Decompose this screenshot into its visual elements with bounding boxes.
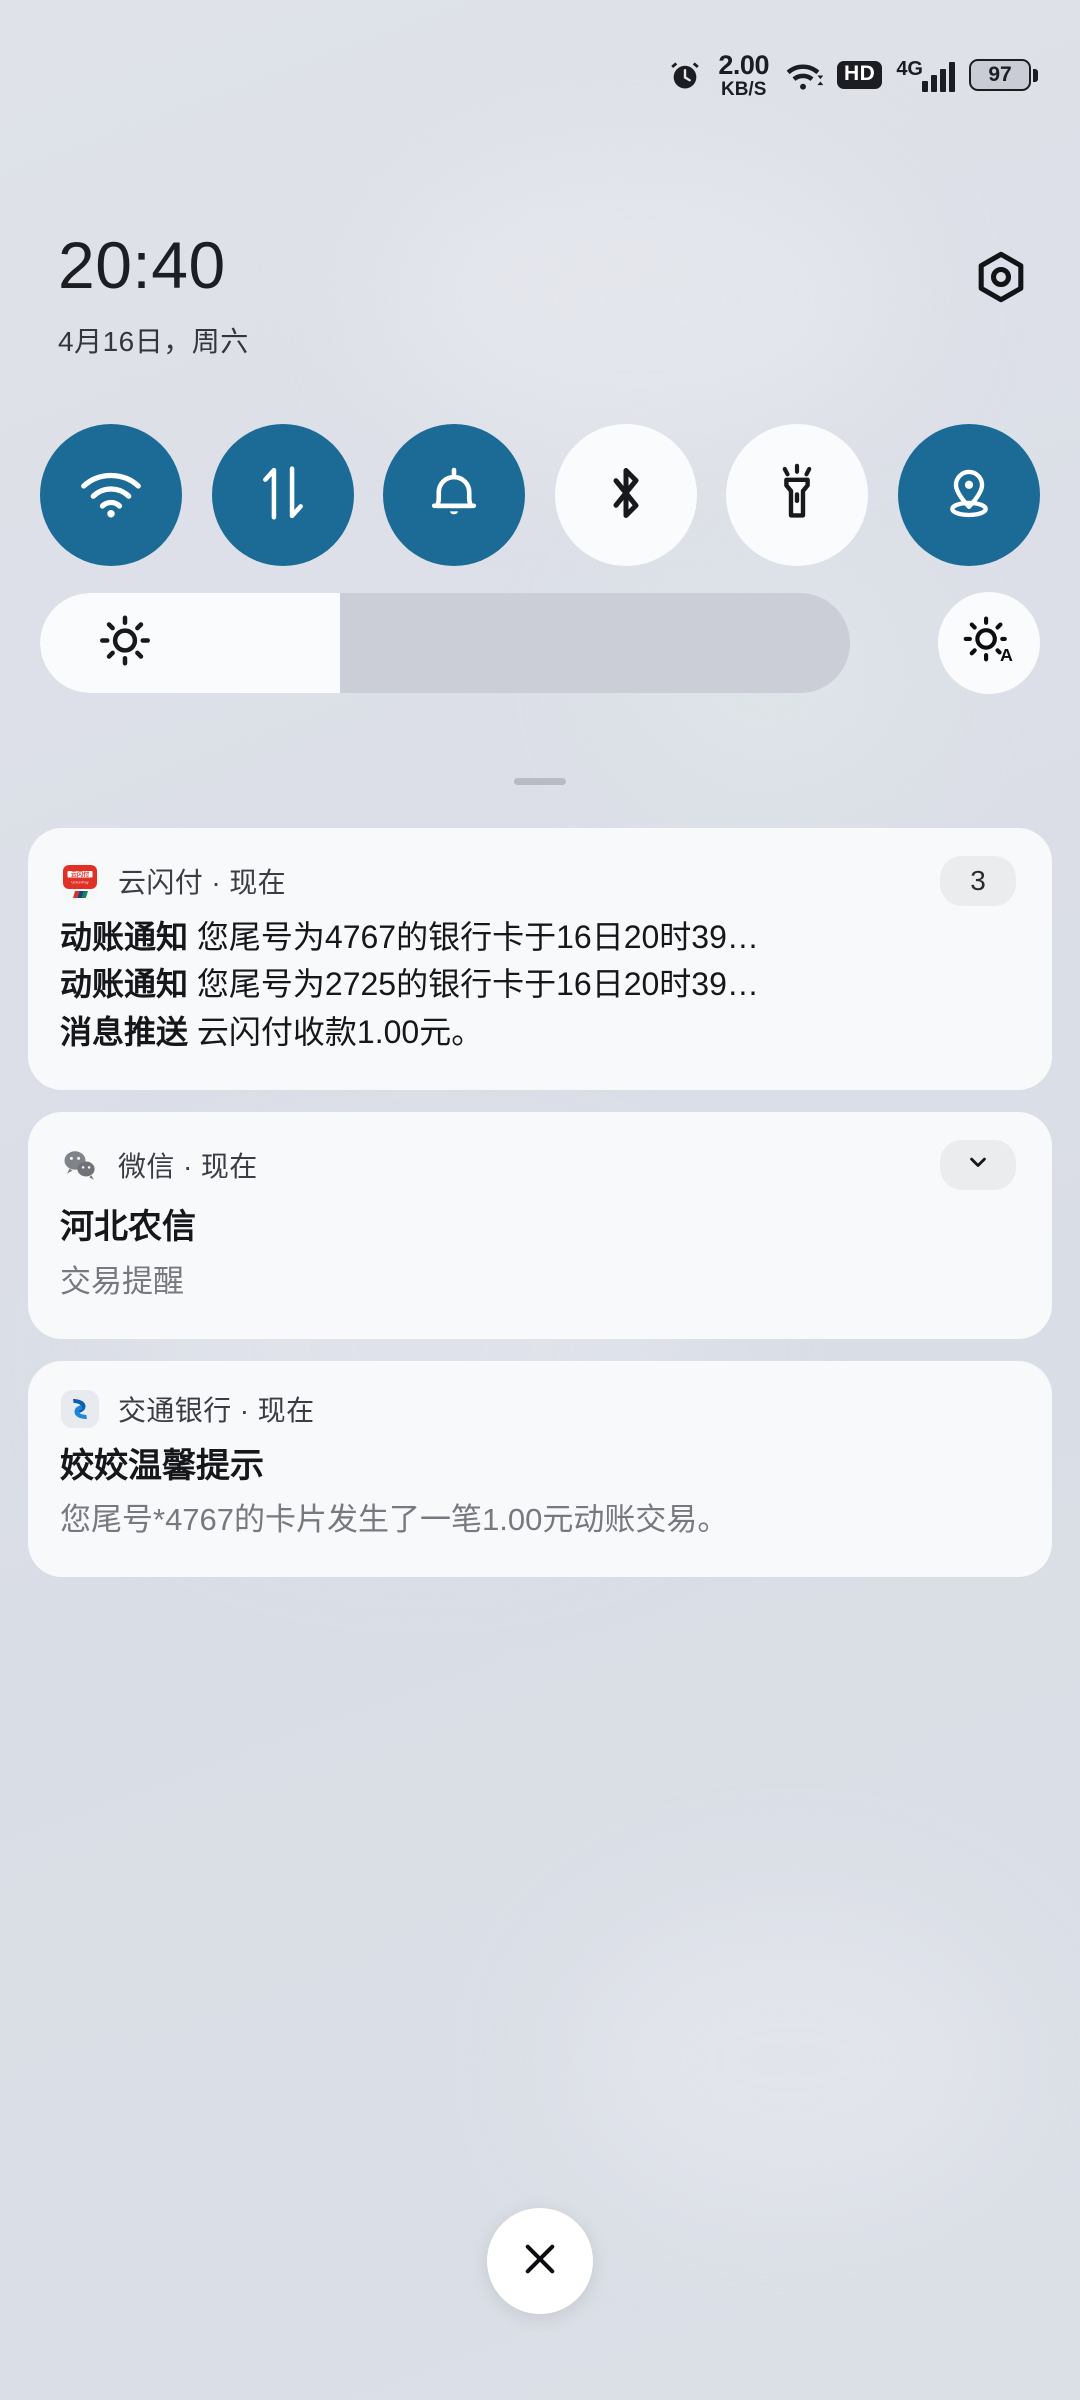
toggle-wifi[interactable] <box>40 424 182 566</box>
notification-app-name: 微信 · 现在 <box>118 1151 258 1183</box>
data-arrows-icon <box>257 462 309 529</box>
brightness-row: A <box>40 592 1040 694</box>
svg-text:云闪付: 云闪付 <box>71 870 90 878</box>
notification-body: 交易提醒 <box>60 1263 184 1299</box>
notification-expand-button[interactable] <box>940 1140 1016 1191</box>
battery-indicator: 97 <box>969 59 1038 91</box>
notification-header: 微信 · 现在 <box>60 1140 1016 1191</box>
toggle-ringer[interactable] <box>383 424 526 566</box>
chevron-down-icon <box>964 1148 992 1183</box>
network-type-label: 4G <box>896 58 923 80</box>
network-speed-value: 2.00 <box>718 49 769 80</box>
toggle-mobile-data[interactable] <box>211 424 354 566</box>
battery-level: 97 <box>988 63 1012 86</box>
location-pin-icon <box>940 464 998 527</box>
notification-line-lead: 动账通知 <box>60 919 189 955</box>
notification-card[interactable]: 云闪付 UnionPay 云闪付 · 现在 3 动账通知 您尾号为4767的银行… <box>28 828 1052 1091</box>
notification-card[interactable]: 微信 · 现在 河北农信 交易提醒 <box>28 1112 1052 1339</box>
notification-line-lead: 消息推送 <box>60 1013 189 1050</box>
bell-icon <box>427 464 481 527</box>
signal-bars <box>922 62 955 92</box>
clock-block: 20:40 4月16日，周六 <box>58 232 249 360</box>
flashlight-icon <box>773 463 821 528</box>
close-panel-button[interactable] <box>487 2208 593 2314</box>
toggle-location[interactable] <box>897 424 1040 566</box>
bluetooth-icon <box>602 463 650 528</box>
notification-header: 交通银行 · 现在 <box>60 1389 1016 1429</box>
clock-date: 4月16日，周六 <box>58 326 249 357</box>
alarm-clock-icon <box>668 58 702 92</box>
notification-app-name: 交通银行 · 现在 <box>118 1394 315 1426</box>
unionpay-app-icon: 云闪付 UnionPay <box>60 861 100 901</box>
brightness-auto-icon: A <box>962 614 1016 673</box>
network-speed-unit: KB/S <box>720 78 767 100</box>
close-x-icon <box>517 2236 563 2287</box>
notification-header: 云闪付 UnionPay 云闪付 · 现在 3 <box>60 856 1016 906</box>
toggle-flashlight[interactable] <box>726 424 869 566</box>
panel-header: 20:40 4月16日，周六 <box>0 232 1080 360</box>
status-bar: 2.00 KB/S HD 4G 97 <box>0 0 1080 150</box>
notification-line-text: 您尾号为2725的银行卡于16日20时39… <box>196 966 759 1003</box>
notification-list: 云闪付 UnionPay 云闪付 · 现在 3 动账通知 您尾号为4767的银行… <box>28 828 1052 1578</box>
svg-text:A: A <box>1000 644 1013 664</box>
clock-time: 20:40 <box>58 228 226 302</box>
network-speed: 2.00 KB/S <box>718 49 769 100</box>
notification-title: 姣姣温馨提示 <box>60 1446 264 1485</box>
panel-drag-handle[interactable] <box>514 778 566 785</box>
settings-gear-icon[interactable] <box>972 248 1030 311</box>
auto-brightness-button[interactable]: A <box>938 592 1040 694</box>
bankcomm-app-icon <box>60 1389 100 1429</box>
toggle-bluetooth[interactable] <box>554 424 697 566</box>
wallpaper-blob <box>560 1900 1020 2220</box>
svg-text:UnionPay: UnionPay <box>71 880 88 885</box>
notification-card[interactable]: 交通银行 · 现在 姣姣温馨提示 您尾号*4767的卡片发生了一笔1.00元动账… <box>28 1360 1052 1578</box>
brightness-sun-icon <box>98 614 152 673</box>
quick-settings-toggles <box>40 424 1040 566</box>
notification-count-badge[interactable]: 3 <box>940 856 1016 906</box>
brightness-slider[interactable] <box>40 593 850 693</box>
wechat-app-icon <box>60 1145 100 1185</box>
notification-body: 您尾号*4767的卡片发生了一笔1.00元动账交易。 <box>60 1502 729 1538</box>
notification-line: 消息推送 云闪付收款1.00元。 <box>60 1009 1016 1056</box>
notification-app-name: 云闪付 · 现在 <box>118 867 287 898</box>
notification-line: 动账通知 您尾号为2725的银行卡于16日20时39… <box>60 961 1016 1008</box>
notification-line: 动账通知 您尾号为4767的银行卡于16日20时39… <box>60 914 1016 961</box>
hd-badge: HD <box>836 61 883 89</box>
notification-title: 河北农信 <box>60 1208 196 1247</box>
notification-line-text: 云闪付收款1.00元。 <box>196 1013 484 1050</box>
wifi-icon <box>78 468 144 523</box>
brightness-slider-fill <box>40 593 340 693</box>
wifi-icon <box>783 58 823 92</box>
signal-bars-icon: 4G <box>896 58 955 92</box>
notification-line-lead: 动账通知 <box>60 966 189 1003</box>
notification-line-text: 您尾号为4767的银行卡于16日20时39… <box>196 919 759 955</box>
